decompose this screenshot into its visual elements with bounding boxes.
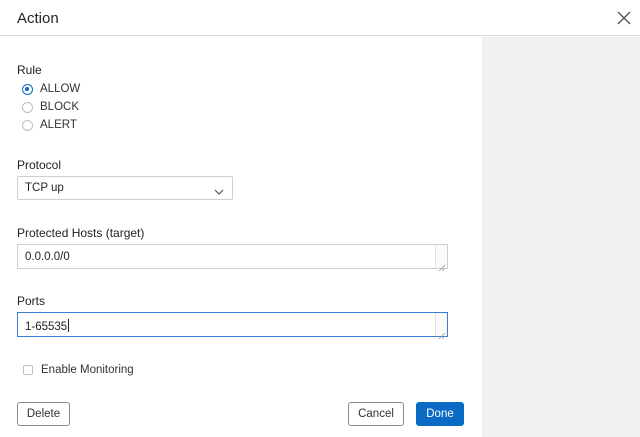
- delete-button[interactable]: Delete: [17, 402, 70, 426]
- close-icon[interactable]: [614, 8, 634, 28]
- rule-option-block[interactable]: BLOCK: [22, 100, 79, 114]
- rule-label: Rule: [17, 63, 42, 77]
- rule-option-allow[interactable]: ALLOW: [22, 82, 80, 96]
- done-button[interactable]: Done: [416, 402, 464, 426]
- dialog-title: Action: [17, 10, 59, 27]
- ports-label: Ports: [17, 294, 46, 308]
- ports-value-text: 1-65535: [25, 321, 68, 333]
- protected-hosts-value: 0.0.0.0/0: [25, 251, 70, 263]
- checkbox-box[interactable]: [23, 365, 33, 375]
- cancel-button[interactable]: Cancel: [348, 402, 404, 426]
- protected-hosts-field[interactable]: 0.0.0.0/0: [17, 244, 448, 272]
- chevron-down-icon: [214, 183, 224, 195]
- rule-option-label: ALLOW: [40, 83, 81, 95]
- protocol-label: Protocol: [17, 158, 62, 172]
- enable-monitoring-checkbox[interactable]: Enable Monitoring: [23, 364, 134, 376]
- side-panel: [482, 37, 640, 437]
- rule-option-alert[interactable]: ALERT: [22, 118, 77, 132]
- ports-field[interactable]: 1-65535: [17, 312, 448, 340]
- resize-handle-icon[interactable]: [438, 259, 446, 272]
- rule-option-label: BLOCK: [40, 101, 79, 113]
- protocol-select[interactable]: TCP up: [17, 176, 233, 200]
- resize-handle-icon[interactable]: [438, 327, 446, 340]
- radio-button[interactable]: [22, 119, 33, 131]
- protocol-selected-value: TCP up: [25, 182, 64, 194]
- radio-button[interactable]: [22, 101, 33, 113]
- enable-monitoring-label: Enable Monitoring: [41, 364, 134, 376]
- protected-hosts-label: Protected Hosts (target): [17, 226, 145, 240]
- dialog-header: Action: [0, 0, 640, 36]
- radio-button-checked[interactable]: [22, 83, 33, 95]
- ports-value: 1-65535: [25, 319, 70, 333]
- text-cursor: [68, 319, 70, 332]
- rule-option-label: ALERT: [40, 119, 77, 131]
